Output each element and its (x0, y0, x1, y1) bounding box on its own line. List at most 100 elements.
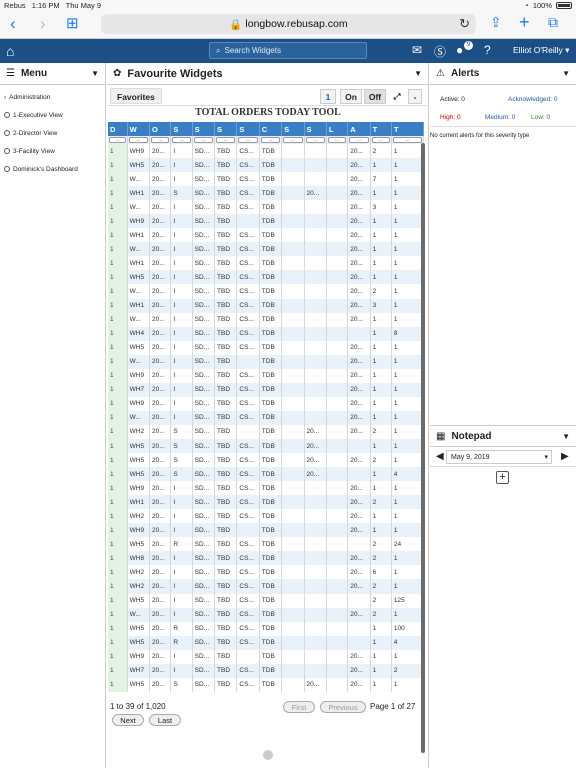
column-header[interactable]: S (192, 122, 216, 136)
filter-input[interactable]: ... (349, 137, 369, 143)
next-page-button[interactable]: Next (112, 714, 144, 726)
grid-scrollbar[interactable] (421, 143, 425, 753)
bookmarks-icon[interactable]: ⊞ (66, 14, 79, 32)
alert-medium[interactable]: Medium: 0 (485, 114, 515, 121)
column-filter[interactable]: ... (347, 136, 371, 144)
off-button[interactable]: Off (364, 89, 386, 104)
table-row[interactable]: 1 WH5 20... S SD... TBD CS... TDB 20... 1 4 (108, 467, 424, 482)
table-row[interactable]: 1 W... 20... I SD... TBD CS... TDB 20... 2 1 (108, 284, 424, 299)
url-bar[interactable]: 🔒 longbow.rebusap.com ↻ (101, 14, 476, 34)
tabs-icon[interactable]: ⧉ (548, 14, 558, 31)
chevron-down-icon[interactable]: ▼ (562, 432, 570, 441)
alert-tab-acknowledged[interactable]: Acknowledged: 0 (508, 96, 558, 103)
skype-icon[interactable]: Ⓢ (434, 43, 446, 60)
table-row[interactable]: 1 WH5 20... I SD... TBD CS... TDB 20... 1 1 (108, 340, 424, 355)
hamburger-icon[interactable]: ☰ (6, 68, 15, 79)
table-row[interactable]: 1 WH1 20... I SD... TBD CS... TDB 20... 1 1 (108, 228, 424, 243)
column-header[interactable]: L (326, 122, 349, 136)
user-menu[interactable]: Elliot O'Reilly ▾ (513, 45, 569, 56)
filter-input[interactable]: ... (193, 137, 214, 143)
column-header[interactable]: O (149, 122, 172, 136)
column-header[interactable]: S (214, 122, 238, 136)
table-row[interactable]: 1 W... 20... I SD... TBD TDB 20... 1 1 (108, 354, 424, 369)
table-row[interactable]: 1 WH5 20... R SD... TBD CS... TDB 2 24 (108, 537, 424, 552)
column-filter[interactable]: ... (108, 136, 128, 144)
filter-input[interactable]: ... (109, 137, 126, 143)
table-row[interactable]: 1 W... 20... I SD... TBD CS... TDB 20... 2 1 (108, 607, 424, 622)
table-row[interactable]: 1 WH5 20... S SD... TBD CS... TDB 20... 20... 2 1 (108, 453, 424, 468)
tab-favorites[interactable]: Favorites (110, 88, 162, 104)
minimize-button[interactable]: - (408, 89, 422, 104)
filter-input[interactable]: ... (128, 137, 149, 143)
column-filter[interactable]: ... (170, 136, 193, 144)
column-header[interactable]: S (304, 122, 327, 136)
table-row[interactable]: 1 WH1 20... I SD... TBD CS... TDB 20... 1 1 (108, 256, 424, 271)
table-row[interactable]: 1 WH2 20... I SD... TBD CS... TDB 20... 2 1 (108, 579, 424, 594)
column-header[interactable]: A (347, 122, 371, 136)
alert-tab-active[interactable]: Active: 0 (440, 96, 465, 103)
previous-page-button[interactable]: Previous (320, 701, 366, 713)
column-filter[interactable]: ... (236, 136, 260, 144)
column-filter[interactable]: ... (304, 136, 327, 144)
menu-item-dashboard[interactable]: Dominick's Dashboard (0, 160, 105, 178)
filter-input[interactable]: ... (238, 137, 258, 143)
table-row[interactable]: 1 W... 20... I SD... TBD CS... TDB 20... 7 1 (108, 172, 424, 187)
table-row[interactable]: 1 WH2 20... I SD... TBD CS... TDB 20... 6 1 (108, 565, 424, 580)
table-row[interactable]: 1 WH4 20... I SD... TBD CS... TDB 1 8 (108, 326, 424, 341)
table-row[interactable]: 1 WH7 20... I SD... TBD CS... TDB 20... 1 2 (108, 663, 424, 678)
column-filter[interactable]: ... (281, 136, 305, 144)
search-input[interactable]: ⌕ Search Widgets (209, 42, 367, 59)
table-row[interactable]: 1 WH8 20... I SD... TBD CS... TDB 20... 2 1 (108, 551, 424, 566)
table-row[interactable]: 1 WH9 20... I SD... TBD CS... TDB 20... 1 1 (108, 481, 424, 496)
filter-input[interactable]: ... (327, 137, 347, 143)
menu-item-facility[interactable]: 3-Facility View (0, 142, 105, 160)
back-icon[interactable]: ‹ (10, 14, 16, 34)
menu-item-director[interactable]: 2-Director View (0, 124, 105, 142)
column-header[interactable]: S (281, 122, 305, 136)
table-row[interactable]: 1 WH5 20... R SD... TBD CS... TDB 1 100 (108, 621, 424, 636)
table-row[interactable]: 1 WH9 20... I SD... TBD TDB 20... 1 1 (108, 523, 424, 538)
mail-icon[interactable]: ✉ (412, 43, 422, 57)
on-button[interactable]: On (340, 89, 362, 104)
filter-input[interactable]: ... (260, 137, 281, 143)
table-row[interactable]: 1 WH5 20... S SD... TBD CS... TDB 20... 1 1 (108, 438, 424, 454)
column-header[interactable]: C (259, 122, 283, 136)
next-date-icon[interactable]: ▶ (561, 451, 569, 462)
chevron-down-icon[interactable]: ▼ (562, 69, 570, 78)
first-page-button[interactable]: First (283, 701, 315, 713)
column-filter[interactable]: ... (391, 136, 424, 144)
table-row[interactable]: 1 W... 20... I SD... TBD CS... TDB 20... 1 1 (108, 312, 424, 327)
filter-input[interactable]: ... (392, 137, 422, 143)
column-header[interactable]: S (170, 122, 193, 136)
table-row[interactable]: 1 WH5 20... S SD... TBD CS... TDB 20... 20... 1 1 (108, 677, 424, 692)
chevron-down-icon[interactable]: ▼ (414, 69, 422, 78)
chevron-down-icon[interactable]: ▼ (91, 69, 99, 78)
column-header[interactable]: D (108, 122, 128, 136)
filter-input[interactable]: ... (305, 137, 325, 143)
reload-icon[interactable]: ↻ (459, 16, 470, 32)
column-filter[interactable]: ... (214, 136, 238, 144)
table-row[interactable]: 1 WH9 20... I SD... TBD TDB 20... 1 1 (108, 214, 424, 229)
column-filter[interactable]: ... (259, 136, 283, 144)
prev-date-icon[interactable]: ◀ (436, 451, 444, 462)
table-row[interactable]: 1 W... 20... I SD... TBD CS... TDB 20... 3 1 (108, 200, 424, 215)
alert-low[interactable]: Low: 0 (531, 114, 550, 121)
column-filter[interactable]: ... (127, 136, 151, 144)
column-header[interactable]: S (236, 122, 260, 136)
column-filter[interactable]: ... (192, 136, 216, 144)
last-page-button[interactable]: Last (149, 714, 181, 726)
notifications-icon[interactable]: ● (456, 43, 463, 57)
table-row[interactable]: 1 WH5 20... I SD... TBD CS... TDB 20... 1 1 (108, 270, 424, 285)
help-icon[interactable]: ? (484, 43, 491, 57)
table-row[interactable]: 1 WH9 20... I SD... TBD CS... TDB 20... 1 1 (108, 368, 424, 383)
table-row[interactable]: 1 WH9 20... I SD... TBD TDB 20... 1 1 (108, 649, 424, 664)
column-header[interactable]: T (391, 122, 424, 136)
filter-input[interactable]: ... (172, 137, 191, 143)
table-row[interactable]: 1 WH7 20... I SD... TBD CS... TDB 20... 1 1 (108, 382, 424, 397)
table-row[interactable]: 1 WH1 20... I SD... TBD CS... TDB 20... 3 1 (108, 298, 424, 313)
column-header[interactable]: W (127, 122, 151, 136)
column-filter[interactable]: ... (326, 136, 349, 144)
filter-input[interactable]: ... (151, 137, 170, 143)
table-row[interactable]: 1 WH5 20... I SD... TBD CS... TDB 2 125 (108, 593, 424, 608)
table-row[interactable]: 1 WH9 20... I SD... TBD CS... TDB 20... 1 1 (108, 396, 424, 411)
